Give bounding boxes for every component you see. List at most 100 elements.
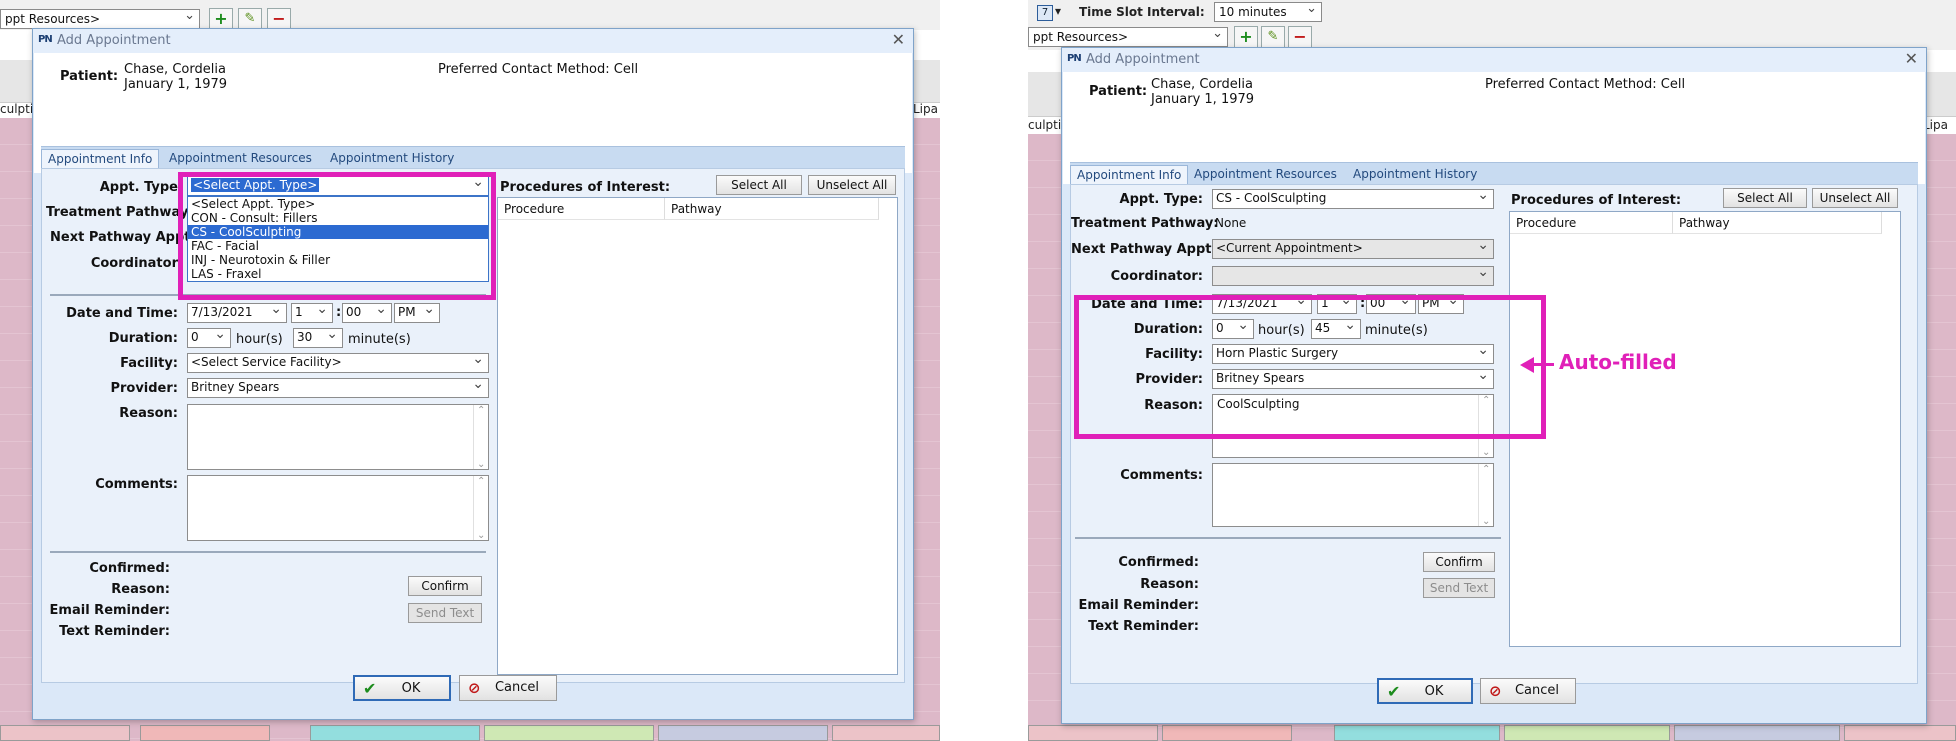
date-select[interactable]: 7/13/2021 xyxy=(187,303,287,323)
hour-select[interactable]: 1 xyxy=(1317,294,1357,314)
duration-label: Duration: xyxy=(108,331,178,346)
reason-textarea[interactable] xyxy=(187,404,489,470)
select-all-button[interactable]: Select All xyxy=(1723,188,1807,208)
procedures-list[interactable]: Procedure Pathway xyxy=(1509,211,1901,647)
close-icon[interactable]: ✕ xyxy=(1905,49,1918,68)
time-slot-select[interactable]: 10 minutes xyxy=(1214,2,1322,22)
tab-appointment-resources[interactable]: Appointment Resources xyxy=(1188,165,1343,185)
calendar-tile[interactable] xyxy=(832,725,940,741)
procedures-list[interactable]: Procedure Pathway xyxy=(497,197,898,675)
comments-textarea[interactable] xyxy=(1212,463,1494,527)
next-pathway-select[interactable]: <Current Appointment> xyxy=(1212,239,1494,259)
unselect-all-button[interactable]: Unselect All xyxy=(1812,188,1898,208)
provider-select[interactable]: Britney Spears xyxy=(1212,369,1494,389)
tab-appointment-history[interactable]: Appointment History xyxy=(324,149,460,169)
duration-minutes-select[interactable]: 30 xyxy=(293,328,343,348)
add-appointment-dialog: PN Add Appointment ✕ Patient: Chase, Cor… xyxy=(32,28,914,720)
duration-hours-select[interactable]: 0 xyxy=(1212,319,1254,339)
calendar-tile[interactable] xyxy=(1504,725,1670,741)
appt-type-option-selected[interactable]: CS - CoolSculpting xyxy=(188,225,488,239)
send-text-button[interactable]: Send Text xyxy=(1423,578,1495,598)
procedure-column-header[interactable]: Procedure xyxy=(498,198,665,220)
comments-scrollbar[interactable] xyxy=(1478,464,1493,527)
appt-type-option[interactable]: <Select Appt. Type> xyxy=(188,197,488,211)
resource-select[interactable]: ppt Resources> xyxy=(1028,27,1228,47)
calendar-tile[interactable] xyxy=(0,725,130,741)
tab-appointment-info[interactable]: Appointment Info xyxy=(41,149,160,169)
tab-appointment-history[interactable]: Appointment History xyxy=(1347,165,1483,185)
confirm-button[interactable]: Confirm xyxy=(1423,552,1495,572)
reason-scrollbar[interactable] xyxy=(473,405,488,470)
procedure-column-header[interactable]: Procedure xyxy=(1510,212,1673,234)
minute-select[interactable]: 00 xyxy=(342,303,392,323)
reason-textarea[interactable]: CoolSculpting xyxy=(1212,394,1494,458)
remove-icon[interactable]: − xyxy=(267,8,291,30)
date-value: 7/13/2021 xyxy=(191,305,253,319)
remove-icon[interactable]: − xyxy=(1288,26,1312,48)
calendar-tile[interactable] xyxy=(1028,725,1158,741)
appt-type-option[interactable]: CON - Consult: Fillers xyxy=(188,211,488,225)
comments-textarea[interactable] xyxy=(187,475,489,541)
add-icon[interactable]: + xyxy=(1234,26,1258,48)
tab-strip: Appointment Info Appointment Resources A… xyxy=(41,146,905,169)
ok-button[interactable]: ✔ OK xyxy=(1377,678,1473,704)
send-text-button[interactable]: Send Text xyxy=(408,603,482,623)
facility-select[interactable]: Horn Plastic Surgery xyxy=(1212,344,1494,364)
minute-select[interactable]: 00 xyxy=(1366,294,1416,314)
calendar-tile[interactable] xyxy=(484,725,654,741)
date-time-label: Date and Time: xyxy=(1091,297,1203,312)
calendar-menu-chevron-icon[interactable]: ▾ xyxy=(1055,4,1061,18)
cancel-label: Cancel xyxy=(494,680,540,695)
calendar-tile[interactable] xyxy=(310,725,480,741)
comments-label: Comments: xyxy=(1120,468,1203,483)
tab-appointment-resources[interactable]: Appointment Resources xyxy=(163,149,318,169)
calendar-tile[interactable] xyxy=(1674,725,1840,741)
treatment-pathway-label: Treatment Pathway xyxy=(46,205,189,220)
hour-select[interactable]: 1 xyxy=(291,303,333,323)
resource-select[interactable]: ppt Resources> xyxy=(0,9,200,29)
date-select[interactable]: 7/13/2021 xyxy=(1212,294,1312,314)
check-icon: ✔ xyxy=(1387,682,1401,701)
appt-type-value: CS - CoolSculpting xyxy=(1216,191,1327,205)
provider-value: Britney Spears xyxy=(1216,371,1305,385)
comments-scrollbar[interactable] xyxy=(473,476,488,541)
calendar-tile[interactable] xyxy=(140,725,270,741)
unselect-all-button[interactable]: Unselect All xyxy=(808,175,896,195)
appt-type-option[interactable]: INJ - Neurotoxin & Filler xyxy=(188,253,488,267)
pathway-column-header[interactable]: Pathway xyxy=(665,198,879,220)
tab-appointment-info[interactable]: Appointment Info xyxy=(1070,165,1189,185)
cancel-button[interactable]: ⊘ Cancel xyxy=(1480,678,1576,704)
ampm-select[interactable]: PM xyxy=(1418,294,1464,314)
edit-icon[interactable]: ✎ xyxy=(238,8,262,30)
appt-type-select[interactable]: <Select Appt. Type> xyxy=(187,176,489,196)
procedures-label: Procedures of Interest: xyxy=(500,180,671,195)
calendar-tile[interactable] xyxy=(658,725,828,741)
ok-button[interactable]: ✔ OK xyxy=(353,675,451,701)
hour-value: 1 xyxy=(295,305,303,319)
calendar-tile[interactable] xyxy=(1844,725,1956,741)
cancel-button[interactable]: ⊘ Cancel xyxy=(459,675,557,701)
provider-select[interactable]: Britney Spears xyxy=(187,378,489,398)
ampm-select[interactable]: PM xyxy=(394,303,440,323)
coordinator-select[interactable] xyxy=(1212,266,1494,286)
facility-select[interactable]: <Select Service Facility> xyxy=(187,353,489,373)
calendar-icon[interactable]: 7 xyxy=(1037,5,1053,21)
reason-label: Reason: xyxy=(119,406,178,421)
duration-hours-value: 0 xyxy=(191,330,199,344)
add-appointment-dialog: PN Add Appointment ✕ Patient: Chase, Cor… xyxy=(1061,47,1927,724)
reason-scrollbar[interactable] xyxy=(1478,395,1493,458)
appt-type-option[interactable]: LAS - Fraxel xyxy=(188,267,488,281)
appt-type-select[interactable]: CS - CoolSculpting xyxy=(1212,189,1494,209)
select-all-button[interactable]: Select All xyxy=(716,175,802,195)
close-icon[interactable]: ✕ xyxy=(892,30,905,49)
appt-type-option[interactable]: FAC - Facial xyxy=(188,239,488,253)
edit-icon[interactable]: ✎ xyxy=(1261,26,1285,48)
pathway-column-header[interactable]: Pathway xyxy=(1673,212,1882,234)
tab-strip: Appointment Info Appointment Resources A… xyxy=(1070,162,1918,185)
duration-minutes-select[interactable]: 45 xyxy=(1311,319,1361,339)
add-icon[interactable]: + xyxy=(209,8,233,30)
calendar-tile[interactable] xyxy=(1334,725,1500,741)
calendar-tile[interactable] xyxy=(1162,725,1292,741)
confirm-button[interactable]: Confirm xyxy=(408,576,482,596)
duration-hours-select[interactable]: 0 xyxy=(187,328,231,348)
